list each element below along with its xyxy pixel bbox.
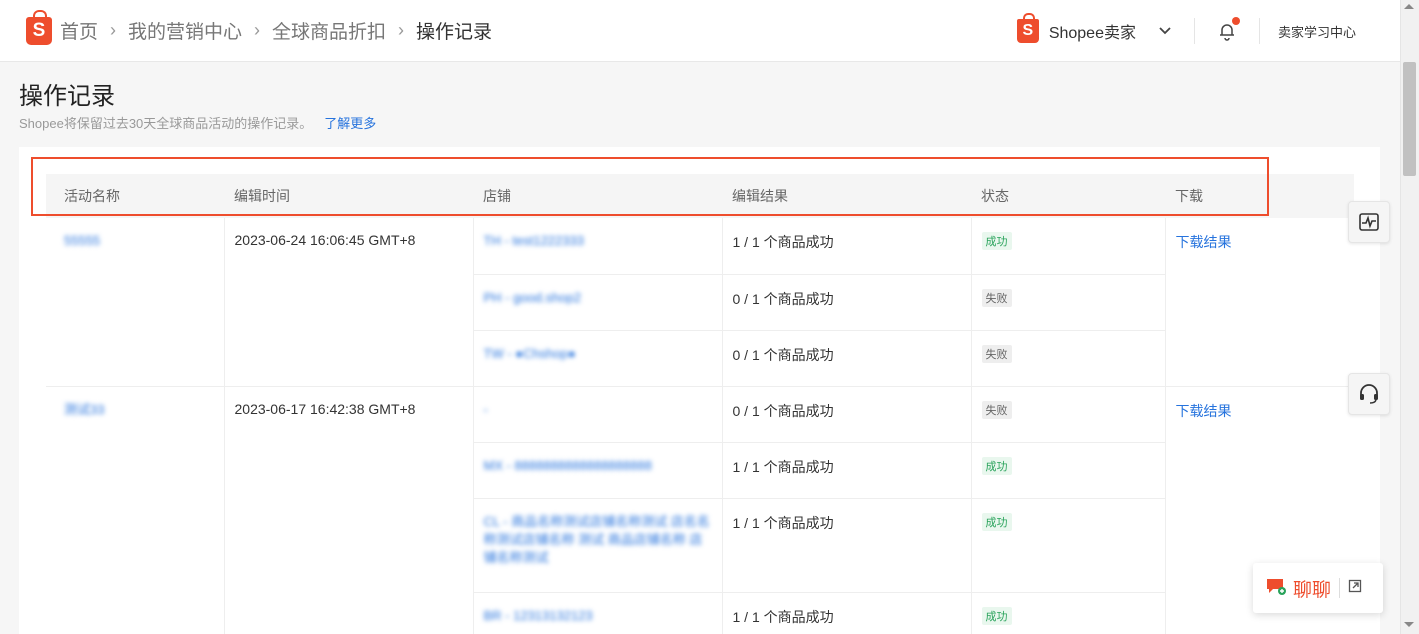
- activity-name-cell: 测试33: [46, 386, 225, 634]
- column-header-activity-name: 活动名称: [46, 174, 224, 218]
- shop-cell: PH - good.shop2: [473, 274, 723, 331]
- notification-dot: [1231, 17, 1240, 25]
- download-result-link[interactable]: 下载结果: [1176, 234, 1232, 250]
- status-badge: 成功: [981, 232, 1012, 250]
- breadcrumb-home[interactable]: 首页: [60, 17, 98, 44]
- breadcrumb-current: 操作记录: [416, 22, 493, 43]
- result-cell: 0 / 1 个商品成功: [722, 274, 972, 331]
- status-badge: 失败: [981, 288, 1012, 307]
- download-result-link[interactable]: 下载结果: [1176, 403, 1232, 419]
- breadcrumb-global-discount[interactable]: 全球商品折扣: [272, 17, 386, 44]
- shop-link: -: [483, 401, 488, 417]
- status-badge: 成功: [981, 512, 1012, 531]
- top-bar: S 首页 › 我的营销中心 › 全球商品折扣 › 操作记录 S Shopee卖家…: [0, 0, 1419, 62]
- chevron-right-icon: ›: [254, 20, 261, 40]
- seller-label[interactable]: Shopee卖家: [1049, 19, 1136, 43]
- status-cell: 失败: [971, 386, 1166, 443]
- status-badge: 成功: [981, 456, 1012, 475]
- result-cell: 0 / 1 个商品成功: [722, 386, 972, 443]
- expand-icon[interactable]: [1348, 579, 1362, 598]
- scroll-down-arrow-icon[interactable]: [1404, 622, 1414, 627]
- scrollbar-thumb[interactable]: [1403, 62, 1416, 176]
- activity-name-cell: 55555: [46, 218, 225, 387]
- column-header-status: 状态: [971, 174, 1165, 218]
- chat-label[interactable]: 聊聊: [1293, 575, 1331, 602]
- activity-name-link[interactable]: 测试33: [64, 402, 104, 417]
- result-cell: 1 / 1 个商品成功: [722, 218, 972, 275]
- shop-cell: MX - 8888888888888888888: [473, 442, 723, 499]
- shop-link[interactable]: TH - test1222333: [484, 233, 584, 248]
- result-cell: 1 / 1 个商品成功: [722, 592, 972, 634]
- shop-link[interactable]: PH - good.shop2: [484, 290, 582, 305]
- page-description: Shopee将保留过去30天全球商品活动的操作记录。 了解更多: [19, 113, 376, 132]
- shop-link[interactable]: BR - 12313132123: [484, 608, 593, 623]
- edit-time-cell: 2023-06-24 16:06:45 GMT+8: [224, 218, 474, 387]
- description-text: Shopee将保留过去30天全球商品活动的操作记录。: [19, 116, 313, 131]
- headset-icon[interactable]: [1348, 373, 1390, 415]
- status-cell: 成功: [971, 442, 1166, 499]
- shopee-logo-icon[interactable]: S: [26, 9, 52, 45]
- table-header-row: 活动名称 编辑时间 店铺 编辑结果 状态 下载: [46, 174, 1354, 218]
- status-badge: 成功: [981, 606, 1012, 625]
- pulse-monitor-icon[interactable]: [1348, 201, 1390, 243]
- bell-icon[interactable]: [1217, 17, 1240, 41]
- chat-widget[interactable]: 聊聊: [1253, 563, 1383, 613]
- status-cell: 失败: [971, 274, 1166, 331]
- download-cell: 下载结果: [1165, 218, 1354, 387]
- breadcrumb: 首页 › 我的营销中心 › 全球商品折扣 › 操作记录: [60, 17, 492, 44]
- column-header-download: 下载: [1165, 174, 1354, 218]
- activity-name-link[interactable]: 55555: [64, 233, 100, 248]
- status-cell: 成功: [971, 498, 1166, 593]
- column-header-shop: 店铺: [473, 174, 722, 218]
- scroll-up-arrow-icon[interactable]: [1404, 4, 1414, 9]
- learning-center-link[interactable]: 卖家学习中心: [1278, 22, 1356, 41]
- shop-cell: TH - test1222333: [473, 218, 723, 275]
- shop-link[interactable]: TW - ●Chshop●: [484, 346, 576, 361]
- table-row: 55555 2023-06-24 16:06:45 GMT+8 TH - tes…: [46, 218, 1354, 387]
- shop-link[interactable]: MX - 8888888888888888888: [484, 458, 652, 473]
- status-badge: 失败: [981, 344, 1012, 363]
- divider: [1258, 18, 1260, 44]
- chevron-right-icon: ›: [398, 20, 405, 40]
- divider: [1193, 18, 1195, 44]
- shopee-seller-logo-icon: S: [1016, 13, 1039, 43]
- status-cell: 成功: [971, 592, 1166, 634]
- shop-cell: BR - 12313132123: [473, 592, 723, 634]
- result-cell: 1 / 1 个商品成功: [722, 442, 972, 499]
- shop-cell: -: [473, 386, 723, 443]
- learn-more-link[interactable]: 了解更多: [324, 116, 376, 131]
- divider: [1339, 578, 1341, 598]
- table-row: 测试33 2023-06-17 16:42:38 GMT+8 - 0 / 1 个…: [46, 386, 1354, 634]
- status-badge: 失败: [981, 400, 1012, 419]
- result-cell: 1 / 1 个商品成功: [722, 498, 972, 593]
- shop-cell: CL - 商品名称测试店铺名称测试 店名名称测试店铺名称 测试 商品店铺名称 店…: [473, 498, 723, 593]
- edit-time-cell: 2023-06-17 16:42:38 GMT+8: [224, 386, 474, 634]
- column-header-edit-result: 编辑结果: [722, 174, 971, 218]
- chevron-right-icon: ›: [110, 20, 117, 40]
- breadcrumb-marketing-center[interactable]: 我的营销中心: [128, 17, 242, 44]
- shop-link[interactable]: CL - 商品名称测试店铺名称测试 店名名称测试店铺名称 测试 商品店铺名称 店…: [484, 513, 712, 567]
- chat-icon: [1265, 576, 1287, 601]
- status-cell: 失败: [971, 330, 1166, 387]
- result-cell: 0 / 1 个商品成功: [722, 330, 972, 387]
- operation-records-table: 活动名称 编辑时间 店铺 编辑结果 状态 下载 55555 2023-06-24…: [46, 174, 1354, 634]
- status-cell: 成功: [971, 218, 1166, 275]
- column-header-edit-time: 编辑时间: [224, 174, 473, 218]
- shop-cell: TW - ●Chshop●: [473, 330, 723, 387]
- page-title: 操作记录: [19, 83, 115, 110]
- chevron-down-icon[interactable]: [1158, 24, 1172, 38]
